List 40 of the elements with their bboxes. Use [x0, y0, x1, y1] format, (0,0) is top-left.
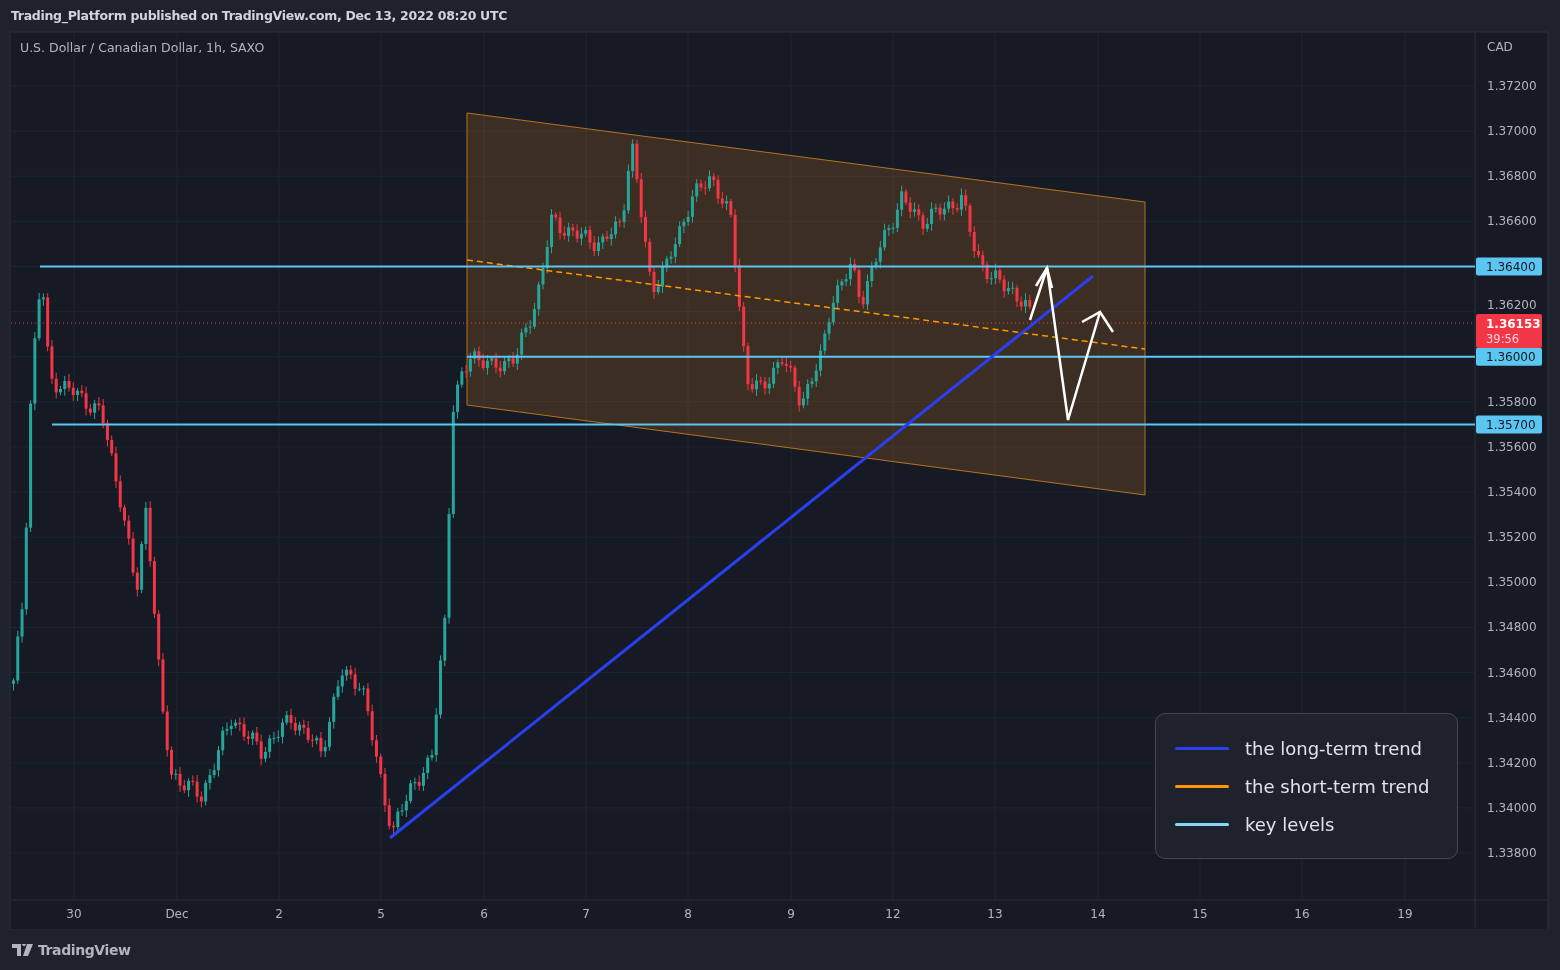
time-tick-label: 30 [66, 907, 82, 921]
time-tick-label: 15 [1192, 907, 1208, 921]
time-tick-label: 8 [684, 907, 692, 921]
price-tick-label: 1.36800 [1487, 169, 1537, 184]
price-tick-label: 1.37200 [1487, 79, 1537, 93]
legend-label: the long-term trend [1245, 737, 1423, 759]
price-tick-label: 1.34400 [1487, 710, 1537, 725]
price-tick-label: 1.34000 [1487, 800, 1537, 815]
time-tick-label: 19 [1397, 907, 1413, 921]
price-tick-label: 1.35600 [1487, 439, 1537, 454]
price-tick-label: 1.37000 [1487, 124, 1537, 139]
price-tick-label: 1.34800 [1487, 620, 1537, 635]
price-tick-label: 1.34200 [1487, 755, 1537, 770]
time-tick-label: 13 [987, 907, 1003, 921]
price-tick-label: 1.36200 [1487, 297, 1537, 312]
time-tick-label: 2 [275, 907, 283, 921]
brand-name: TradingView [38, 942, 131, 958]
price-tick-label: 1.35400 [1487, 485, 1537, 500]
symbol-title: U.S. Dollar / Canadian Dollar, 1h, SAXO [20, 40, 265, 55]
time-tick-label: 14 [1090, 907, 1106, 921]
time-tick-label: 9 [787, 907, 795, 921]
price-level-label: 1.35700 [1476, 415, 1542, 434]
time-tick-label: Dec [165, 907, 189, 921]
price-tick-label: 1.35800 [1487, 394, 1537, 409]
time-tick-label: 5 [377, 907, 385, 921]
logo-icon [12, 944, 34, 956]
price-tick-label: 1.34600 [1487, 665, 1537, 680]
time-tick-label: 16 [1294, 907, 1310, 921]
price-tick-label: 1.35200 [1487, 530, 1537, 545]
legend-label: the short-term trend [1245, 775, 1430, 797]
price-tick-label: 1.33800 [1487, 846, 1537, 861]
price-tick-label: 1.35000 [1487, 575, 1537, 590]
publish-caption: Trading_Platform published on TradingView.com, Dec 13, 2022 08:20 UTC [11, 7, 508, 23]
price-tick-label: 1.36600 [1487, 214, 1537, 229]
current-price-label: 1.36153 39:56 [1476, 314, 1542, 348]
currency-label: CAD [1487, 40, 1513, 54]
time-tick-label: 7 [582, 907, 590, 921]
legend-label: key levels [1245, 813, 1335, 835]
time-tick-label: 12 [885, 907, 901, 921]
time-tick-label: 6 [480, 907, 488, 921]
